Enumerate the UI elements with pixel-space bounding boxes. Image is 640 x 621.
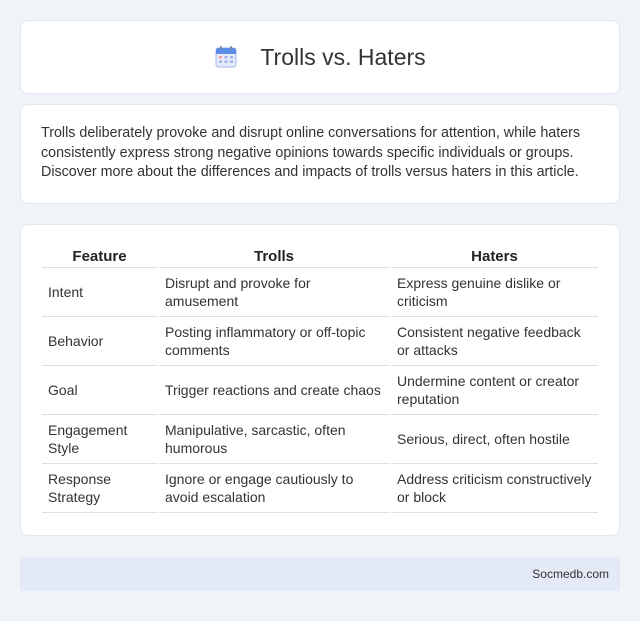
cell-feature: Engagement Style	[42, 415, 157, 464]
cell-feature: Intent	[42, 268, 157, 317]
table-row: Intent Disrupt and provoke for amusement…	[42, 268, 598, 317]
cell-trolls: Posting inflammatory or off-topic commen…	[159, 317, 389, 366]
column-header-feature: Feature	[42, 245, 157, 268]
cell-trolls: Ignore or engage cautiously to avoid esc…	[159, 464, 389, 513]
table-row: Goal Trigger reactions and create chaos …	[42, 366, 598, 415]
title-wrap: Trolls vs. Haters	[214, 43, 426, 71]
cell-haters: Address criticism constructively or bloc…	[391, 464, 598, 513]
cell-trolls: Disrupt and provoke for amusement	[159, 268, 389, 317]
cell-feature: Goal	[42, 366, 157, 415]
cell-trolls: Manipulative, sarcastic, often humorous	[159, 415, 389, 464]
table-row: Engagement Style Manipulative, sarcastic…	[42, 415, 598, 464]
table-row: Response Strategy Ignore or engage cauti…	[42, 464, 598, 513]
table-card: Feature Trolls Haters Intent Disrupt and…	[20, 224, 620, 536]
intro-card: Trolls deliberately provoke and disrupt …	[20, 104, 620, 204]
comparison-table: Feature Trolls Haters Intent Disrupt and…	[40, 245, 600, 513]
calendar-icon	[214, 45, 238, 69]
cell-haters: Serious, direct, often hostile	[391, 415, 598, 464]
title-card: Trolls vs. Haters	[20, 20, 620, 94]
cell-feature: Response Strategy	[42, 464, 157, 513]
page-title: Trolls vs. Haters	[260, 43, 426, 70]
intro-text: Trolls deliberately provoke and disrupt …	[41, 125, 581, 180]
table-row: Behavior Posting inflammatory or off-top…	[42, 317, 598, 366]
cell-haters: Undermine content or creator reputation	[391, 366, 598, 415]
cell-haters: Consistent negative feedback or attacks	[391, 317, 598, 366]
cell-feature: Behavior	[42, 317, 157, 366]
table-header-row: Feature Trolls Haters	[42, 245, 598, 268]
column-header-haters: Haters	[391, 245, 598, 268]
cell-haters: Express genuine dislike or criticism	[391, 268, 598, 317]
footer: Socmedb.com	[20, 557, 620, 591]
column-header-trolls: Trolls	[159, 245, 389, 268]
cell-trolls: Trigger reactions and create chaos	[159, 366, 389, 415]
footer-source-link[interactable]: Socmedb.com	[532, 567, 609, 581]
